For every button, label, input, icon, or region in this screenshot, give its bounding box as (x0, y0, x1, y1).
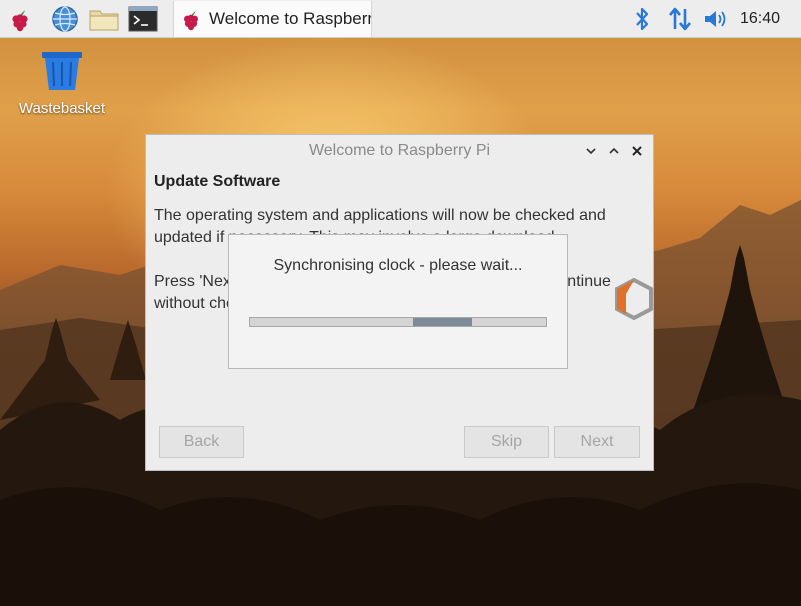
raspberry-menu-icon[interactable] (5, 4, 35, 34)
back-button[interactable]: Back (159, 426, 244, 458)
sync-progress-bar (249, 317, 547, 327)
window-title: Welcome to Raspberry Pi (308, 142, 491, 159)
window-titlebar[interactable]: Welcome to Raspberry Pi (146, 135, 653, 167)
bluetooth-icon[interactable] (627, 4, 657, 34)
file-manager-icon[interactable] (89, 4, 119, 34)
next-button[interactable]: Next (554, 426, 640, 458)
taskbar-window-title: Welcome to Raspberr… (209, 9, 371, 28)
wastebasket-label: Wastebasket (18, 100, 106, 117)
skip-button[interactable]: Skip (464, 426, 549, 458)
taskbar: Welcome to Raspberr… 16:40 (0, 0, 801, 38)
taskbar-window-button[interactable]: Welcome to Raspberr… (173, 1, 372, 37)
wastebasket-icon (42, 52, 82, 90)
volume-icon[interactable] (701, 4, 731, 34)
section-heading: Update Software (154, 173, 281, 190)
maximize-chevron-up-icon[interactable] (605, 142, 623, 160)
clock[interactable]: 16:40 (740, 0, 780, 38)
terminal-icon[interactable] (128, 4, 158, 34)
web-browser-icon[interactable] (50, 4, 80, 34)
network-icon[interactable] (665, 4, 695, 34)
close-icon[interactable] (628, 142, 646, 160)
raspberry-pi-icon (179, 6, 203, 32)
sync-clock-dialog: Synchronising clock - please wait... (228, 234, 568, 369)
sync-message: Synchronising clock - please wait... (273, 257, 523, 274)
progress-indicator (413, 318, 472, 326)
raspberry-pi-logo-icon (614, 277, 654, 325)
minimize-chevron-down-icon[interactable] (582, 142, 600, 160)
wastebasket-desktop-icon[interactable]: Wastebasket (10, 50, 114, 117)
